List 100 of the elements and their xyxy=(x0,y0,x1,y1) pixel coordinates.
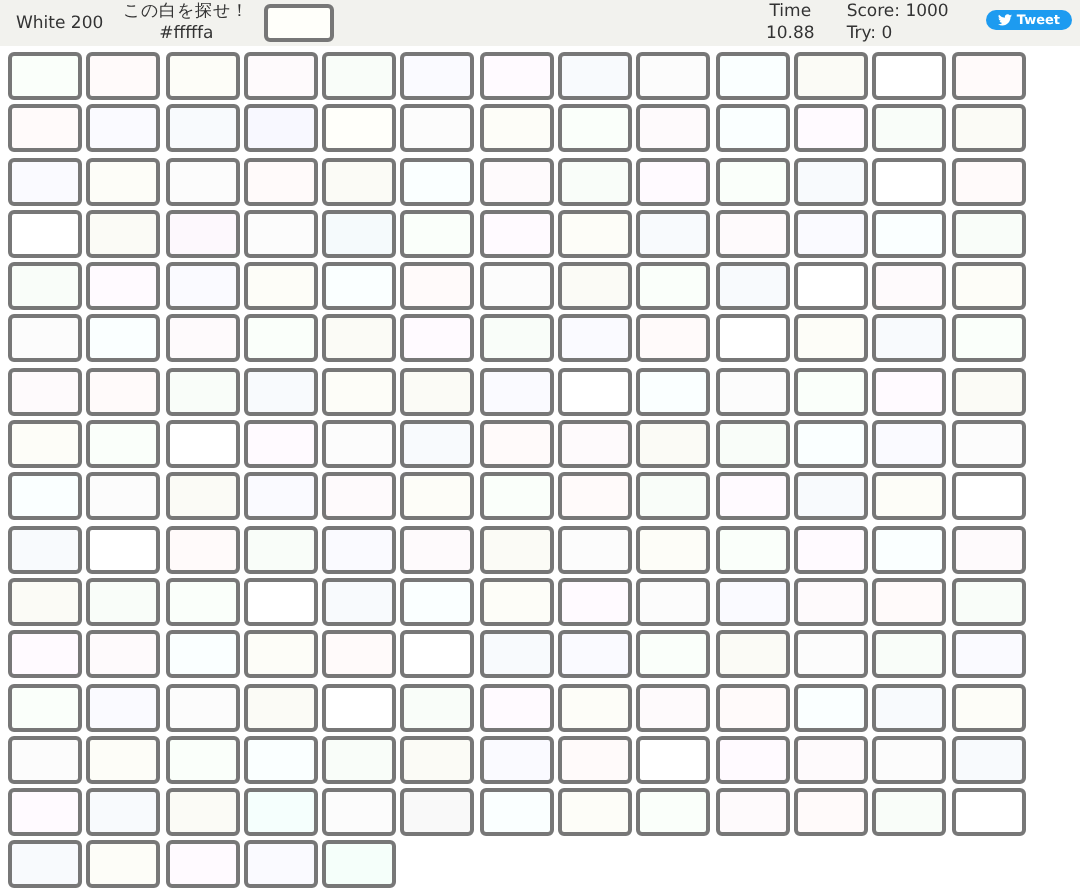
color-tile[interactable] xyxy=(322,630,397,679)
color-tile[interactable] xyxy=(400,577,475,626)
color-tile[interactable] xyxy=(86,472,161,521)
color-tile[interactable] xyxy=(8,683,82,732)
color-tile[interactable] xyxy=(400,52,475,100)
color-tile[interactable] xyxy=(872,209,947,258)
color-tile[interactable] xyxy=(951,262,1026,311)
color-tile[interactable] xyxy=(793,314,868,363)
color-tile[interactable] xyxy=(8,420,82,469)
color-tile[interactable] xyxy=(872,367,947,416)
color-tile[interactable] xyxy=(8,577,82,626)
color-tile[interactable] xyxy=(86,577,161,626)
color-tile[interactable] xyxy=(951,577,1026,626)
color-tile[interactable] xyxy=(636,314,711,363)
color-tile[interactable] xyxy=(793,525,868,574)
color-tile[interactable] xyxy=(86,157,161,206)
color-tile[interactable] xyxy=(872,262,947,311)
color-tile[interactable] xyxy=(636,630,711,679)
color-tile[interactable] xyxy=(479,262,554,311)
color-tile[interactable] xyxy=(479,788,554,837)
color-tile[interactable] xyxy=(243,209,318,258)
color-tile[interactable] xyxy=(86,420,161,469)
color-tile[interactable] xyxy=(558,157,633,206)
color-tile[interactable] xyxy=(86,52,161,100)
color-tile[interactable] xyxy=(322,472,397,521)
color-tile[interactable] xyxy=(243,577,318,626)
color-tile[interactable] xyxy=(951,525,1026,574)
color-tile[interactable] xyxy=(479,209,554,258)
color-tile[interactable] xyxy=(793,367,868,416)
color-tile[interactable] xyxy=(165,788,240,837)
color-tile[interactable] xyxy=(322,52,397,100)
color-tile[interactable] xyxy=(872,420,947,469)
color-tile[interactable] xyxy=(322,367,397,416)
color-tile[interactable] xyxy=(8,52,82,100)
color-tile[interactable] xyxy=(243,840,318,888)
color-tile[interactable] xyxy=(558,52,633,100)
color-tile[interactable] xyxy=(243,525,318,574)
color-tile[interactable] xyxy=(951,788,1026,837)
color-tile[interactable] xyxy=(793,788,868,837)
color-tile[interactable] xyxy=(8,788,82,837)
color-tile[interactable] xyxy=(8,840,82,888)
color-tile[interactable] xyxy=(793,420,868,469)
color-tile[interactable] xyxy=(322,683,397,732)
color-tile[interactable] xyxy=(636,209,711,258)
color-tile[interactable] xyxy=(400,262,475,311)
color-tile[interactable] xyxy=(243,420,318,469)
color-tile[interactable] xyxy=(165,420,240,469)
color-tile[interactable] xyxy=(479,314,554,363)
color-tile[interactable] xyxy=(558,472,633,521)
color-tile[interactable] xyxy=(558,577,633,626)
color-tile[interactable] xyxy=(322,735,397,784)
color-tile[interactable] xyxy=(558,262,633,311)
color-tile[interactable] xyxy=(479,52,554,100)
color-tile[interactable] xyxy=(243,157,318,206)
color-tile[interactable] xyxy=(479,630,554,679)
color-tile[interactable] xyxy=(636,367,711,416)
color-tile[interactable] xyxy=(322,525,397,574)
color-tile[interactable] xyxy=(322,314,397,363)
color-tile[interactable] xyxy=(872,735,947,784)
color-tile[interactable] xyxy=(165,683,240,732)
color-tile[interactable] xyxy=(400,472,475,521)
color-tile[interactable] xyxy=(793,52,868,100)
color-tile[interactable] xyxy=(872,630,947,679)
color-tile[interactable] xyxy=(322,104,397,153)
color-tile[interactable] xyxy=(558,683,633,732)
color-tile[interactable] xyxy=(715,630,790,679)
color-tile[interactable] xyxy=(872,577,947,626)
color-tile[interactable] xyxy=(951,367,1026,416)
color-tile[interactable] xyxy=(951,735,1026,784)
color-tile[interactable] xyxy=(715,262,790,311)
color-tile[interactable] xyxy=(86,262,161,311)
color-tile[interactable] xyxy=(479,367,554,416)
color-tile[interactable] xyxy=(793,683,868,732)
color-tile[interactable] xyxy=(479,104,554,153)
color-tile[interactable] xyxy=(8,104,82,153)
color-tile[interactable] xyxy=(400,788,475,837)
color-tile[interactable] xyxy=(86,735,161,784)
color-tile[interactable] xyxy=(715,420,790,469)
color-tile[interactable] xyxy=(715,525,790,574)
color-tile[interactable] xyxy=(243,788,318,837)
color-tile[interactable] xyxy=(636,420,711,469)
color-tile[interactable] xyxy=(86,104,161,153)
color-tile[interactable] xyxy=(322,157,397,206)
color-tile[interactable] xyxy=(636,577,711,626)
color-tile[interactable] xyxy=(636,525,711,574)
color-tile[interactable] xyxy=(558,420,633,469)
color-tile[interactable] xyxy=(8,367,82,416)
color-tile[interactable] xyxy=(951,314,1026,363)
color-tile[interactable] xyxy=(872,788,947,837)
color-tile[interactable] xyxy=(8,525,82,574)
color-tile[interactable] xyxy=(715,209,790,258)
color-tile[interactable] xyxy=(951,630,1026,679)
color-tile[interactable] xyxy=(951,683,1026,732)
color-tile[interactable] xyxy=(8,314,82,363)
color-tile[interactable] xyxy=(322,840,397,888)
color-tile[interactable] xyxy=(86,788,161,837)
color-tile[interactable] xyxy=(636,788,711,837)
color-tile[interactable] xyxy=(715,788,790,837)
color-tile[interactable] xyxy=(793,735,868,784)
color-tile[interactable] xyxy=(715,314,790,363)
